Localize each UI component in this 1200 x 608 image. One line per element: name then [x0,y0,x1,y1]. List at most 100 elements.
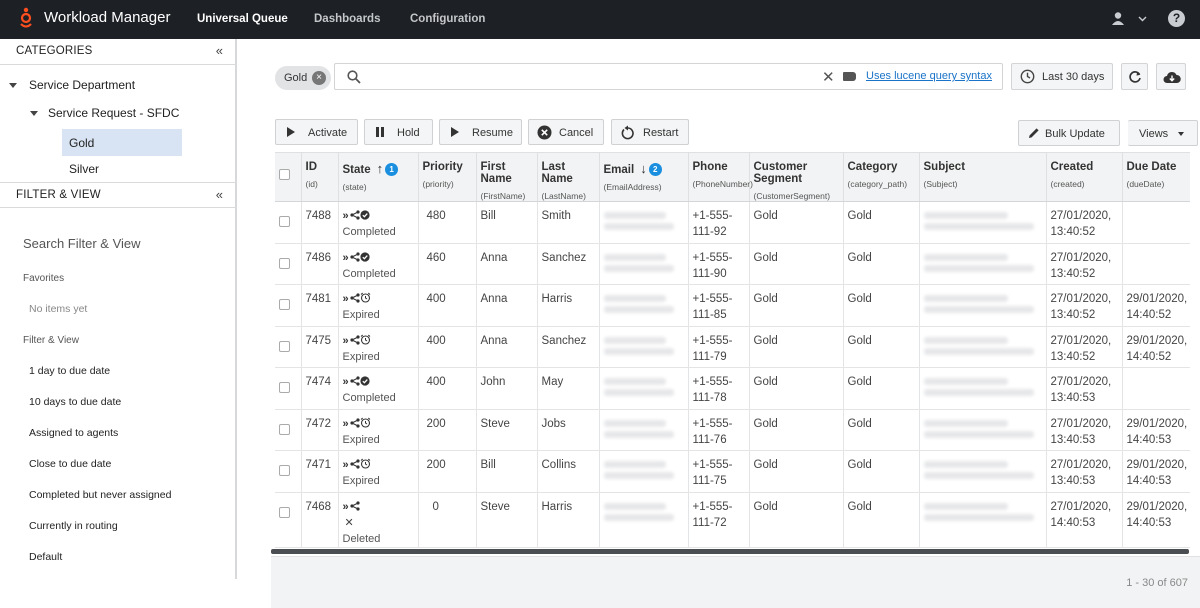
cell-priority: 0 [418,492,477,548]
cell-first-name: Bill [476,201,538,244]
state-label: Expired [342,350,380,363]
row-checkbox[interactable] [279,257,290,269]
views-dropdown[interactable]: Views [1128,120,1198,146]
column-field: (state) [342,182,367,193]
column-header-state[interactable]: State ↑ 1 (state) [338,153,419,202]
collapse-icon[interactable]: « [216,43,223,58]
column-title: Customer Segment [753,161,808,185]
caret-down-icon[interactable] [9,83,17,88]
refresh-button[interactable] [1121,63,1148,90]
cell-customer-segment: Gold [749,243,844,285]
tab-configuration[interactable]: Configuration [410,13,485,25]
caret-down-icon[interactable] [30,111,38,116]
filter-item[interactable]: Assigned to agents [29,427,118,439]
cell-created: 27/01/2020, 13:40:53 [1046,409,1123,451]
table-row[interactable]: 7475» Expired 400 Anna Sanchez +1-555-111-79 G… [275,326,1190,368]
row-checkbox[interactable] [279,299,290,310]
row-select-cell [275,243,302,285]
pagination-info: 1 - 30 of 607 [1126,577,1188,589]
column-header-id[interactable]: ID (id) [301,153,339,202]
column-header-phone[interactable]: Phone (PhoneNumber) [688,153,753,202]
download-button[interactable] [1156,63,1186,90]
cancel-button[interactable]: Cancel [528,119,604,145]
column-header-due-date[interactable]: Due Date (dueDate) [1122,153,1190,202]
column-title: Category [847,161,898,173]
cell-subject-redacted [919,409,1047,451]
table-row[interactable]: 7486» Completed 460 Anna Sanchez +1-555-111-9… [275,243,1190,285]
table-row[interactable]: 7468» ✕ Deleted 0 Steve Harris +1-555-111-72 Go… [275,492,1190,548]
tree-item-silver[interactable]: Silver [69,162,99,176]
filter-item[interactable]: 1 day to due date [29,365,110,377]
collapse-icon[interactable]: « [216,187,223,202]
row-checkbox[interactable] [279,465,290,476]
row-checkbox[interactable] [279,506,290,518]
filter-chip-gold[interactable]: Gold × [275,66,331,90]
horizontal-scrollbar[interactable] [271,549,1189,554]
column-header-category[interactable]: Category (category_path) [843,153,920,202]
column-header-customer-segment[interactable]: Customer Segment (CustomerSegment) [749,153,844,202]
tree-item-service-department[interactable]: Service Department [29,78,135,92]
column-header-email[interactable]: Email ↓ 2 (EmailAddress) [599,153,689,202]
resume-label: Resume [472,127,513,139]
table-row[interactable]: 7471» Expired 200 Bill Collins +1-555-111-75 G… [275,450,1190,493]
hold-button[interactable]: Hold [364,119,433,145]
column-header-first-name[interactable]: First Name (FirstName) [476,153,538,202]
clear-search-icon[interactable]: ✕ [822,68,835,86]
row-checkbox[interactable] [279,382,290,393]
table-row[interactable]: 7474» Completed 400 John May +1-555-111-78 Gol… [275,367,1190,410]
column-header-last-name[interactable]: Last Name (LastName) [537,153,600,202]
filter-item[interactable]: Close to due date [29,458,111,470]
tree-item-service-request[interactable]: Service Request - SFDC [48,106,179,120]
column-header-created[interactable]: Created (created) [1046,153,1123,202]
filter-item[interactable]: Completed but never assigned [29,489,171,501]
select-all-checkbox[interactable] [279,169,290,180]
cell-due-date [1122,243,1190,285]
column-field: (category_path) [847,179,908,189]
cell-first-name: Steve [476,492,538,548]
search-input[interactable]: ✕ Uses lucene query syntax [334,63,1003,90]
lucene-syntax-link[interactable]: Uses lucene query syntax [866,70,992,82]
column-header-subject[interactable]: Subject (Subject) [919,153,1047,202]
cell-phone: +1-555-111-72 [688,492,750,548]
activate-button[interactable]: Activate [275,119,358,145]
state-icons: » [343,252,370,264]
restart-button[interactable]: Restart [611,119,689,145]
tab-dashboards[interactable]: Dashboards [314,13,380,25]
share-icon [350,293,360,303]
row-checkbox[interactable] [279,423,290,435]
table-row[interactable]: 7472» Expired 200 Steve Jobs +1-555-111-76 Gol… [275,409,1190,451]
cell-state: » Completed [338,201,419,244]
date-range-button[interactable]: Last 30 days [1011,63,1113,90]
user-icon[interactable] [1111,11,1125,25]
tag-icon[interactable] [843,72,856,81]
filter-item[interactable]: 10 days to due date [29,396,121,408]
no-favorites-text: No items yet [29,303,88,315]
table-row[interactable]: 7488» Completed 480 Bill Smith +1-555-111-92 G… [275,201,1190,244]
cell-email-redacted [599,284,689,327]
row-checkbox[interactable] [279,340,290,352]
state-icons: » [343,417,371,430]
chevron-down-icon[interactable] [1138,14,1147,23]
column-title: Priority [422,161,463,173]
row-checkbox[interactable] [279,216,290,227]
row-select-cell [275,284,302,327]
table-row[interactable]: 7481» Expired 400 Anna Harris +1-555-111-85 Go… [275,284,1190,327]
cell-state: » Expired [338,409,419,451]
filter-view-title: FILTER & VIEW [16,189,101,201]
filter-item[interactable]: Default [29,551,62,563]
bulk-update-button[interactable]: Bulk Update [1018,120,1120,146]
tree-item-gold[interactable]: Gold [69,136,94,150]
cell-first-name: Anna [476,284,538,327]
tab-universal-queue[interactable]: Universal Queue [197,13,288,25]
cell-phone: +1-555-111-92 [688,201,750,244]
column-header-priority[interactable]: Priority (priority) [418,153,477,202]
help-icon[interactable]: ? [1168,10,1185,27]
resume-button[interactable]: Resume [439,119,522,145]
filter-item[interactable]: Currently in routing [29,520,118,532]
remove-chip-icon[interactable]: × [312,71,326,85]
cell-customer-segment: Gold [749,326,844,368]
search-filter-input[interactable]: Search Filter & View [23,236,141,251]
chevrons-right-icon: » [342,293,350,305]
cell-phone: +1-555-111-76 [688,409,750,451]
pencil-icon [1029,128,1039,138]
